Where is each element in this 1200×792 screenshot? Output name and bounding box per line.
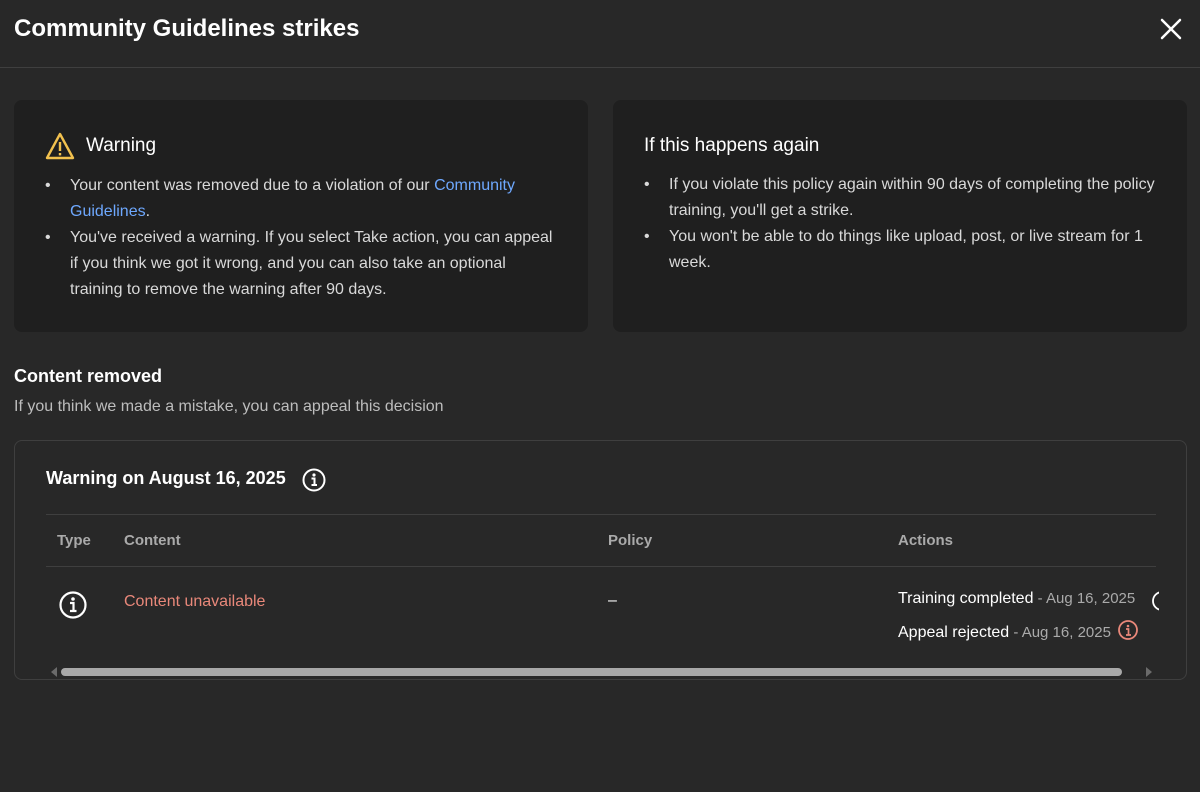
list-item: You've received a warning. If you select… (45, 225, 560, 303)
if-happens-again-card: If this happens again If you violate thi… (613, 100, 1187, 332)
horizontal-scrollbar-thumb[interactable] (61, 668, 1122, 676)
list-item: If you violate this policy again within … (644, 172, 1159, 224)
column-header-type: Type (57, 532, 91, 549)
list-item: You won't be able to do things like uplo… (644, 224, 1159, 276)
warning-bullet-list: Your content was removed due to a violat… (45, 173, 560, 303)
dialog-header: Community Guidelines strikes (0, 0, 1200, 68)
divider (46, 566, 1156, 567)
dialog-title: Community Guidelines strikes (14, 15, 360, 42)
info-icon[interactable] (1117, 619, 1139, 641)
divider (46, 514, 1156, 515)
action-date: - Aug 16, 2025 (1033, 590, 1136, 607)
column-header-policy: Policy (608, 532, 653, 549)
action-label: Training completed (898, 590, 1034, 607)
column-header-content: Content (124, 532, 181, 549)
action-appeal-rejected: Appeal rejected - Aug 16, 2025 (898, 619, 1139, 642)
content-removed-title: Content removed (14, 366, 163, 386)
scroll-right-arrow-icon[interactable] (1145, 667, 1153, 677)
warning-panel-title: Warning on August 16, 2025 (46, 468, 286, 488)
action-label: Appeal rejected (898, 624, 1010, 641)
info-icon[interactable] (1151, 590, 1159, 612)
warning-card: Warning Your content was removed due to … (14, 100, 588, 332)
policy-value: – (608, 592, 617, 609)
bullet-text: Your content was removed due to a violat… (70, 177, 435, 194)
close-button[interactable] (1156, 14, 1186, 44)
list-item: Your content was removed due to a violat… (45, 173, 560, 225)
warning-triangle-icon (45, 132, 75, 160)
action-date: - Aug 16, 2025 (1009, 624, 1111, 641)
close-icon (1160, 18, 1182, 40)
warning-heading: Warning (86, 135, 157, 156)
action-training-completed: Training completed - Aug 16, 2025 (898, 590, 1135, 608)
if-happens-again-heading: If this happens again (644, 135, 820, 156)
info-icon[interactable] (301, 467, 327, 493)
again-bullet-list: If you violate this policy again within … (644, 172, 1159, 276)
column-header-actions: Actions (898, 532, 954, 549)
content-removed-subtitle: If you think we made a mistake, you can … (14, 398, 444, 415)
warning-panel: Warning on August 16, 2025 Type Content … (14, 440, 1187, 680)
scroll-left-arrow-icon[interactable] (50, 667, 58, 677)
info-icon (59, 591, 87, 619)
bullet-text-end: . (145, 203, 151, 220)
content-unavailable-link[interactable]: Content unavailable (124, 593, 265, 611)
